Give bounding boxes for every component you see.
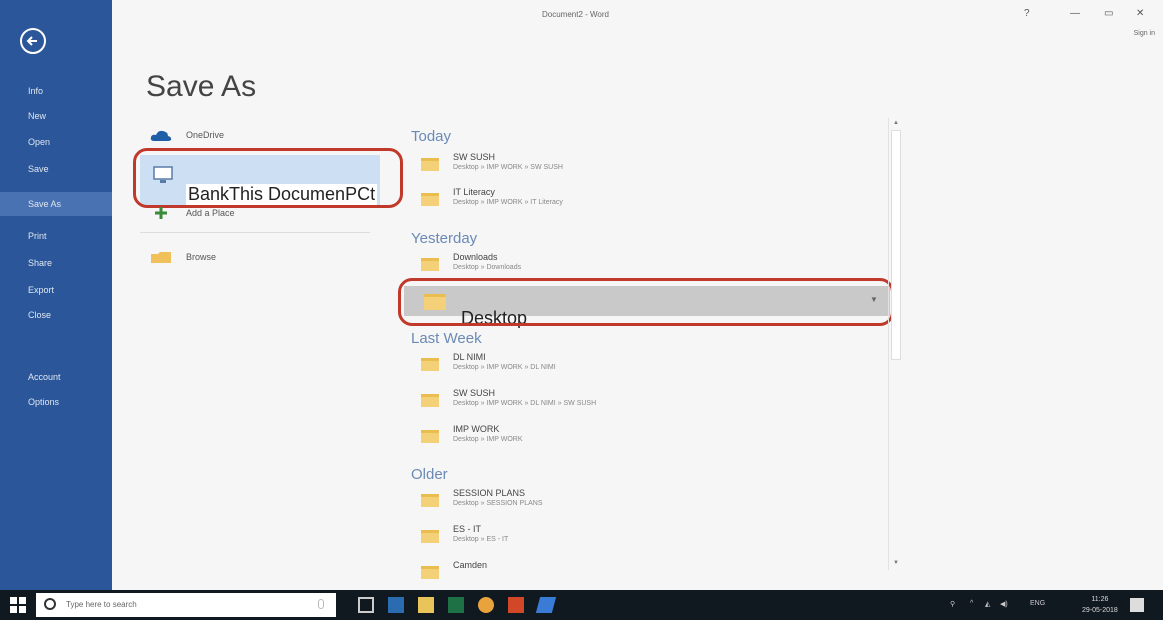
folder-name: SW SUSH [453,388,496,398]
nav-export[interactable]: Export [0,278,112,302]
folder-name: IT Literacy [453,187,495,197]
folder-path: Desktop » Downloads [453,264,522,271]
folder-icon [421,258,439,271]
scroll-up-icon[interactable]: ▲ [893,120,899,126]
back-arrow-icon [26,36,37,46]
folder-path: Desktop » IMP WORK » SW SUSH [453,164,563,171]
nav-info[interactable]: Info [0,79,112,103]
section-older: Older [411,466,448,483]
clock-time: 11:26 [1091,596,1109,603]
folder-item[interactable]: SW SUSH Desktop » IMP WORK » DL NIMI » SW… [421,388,596,407]
word-window: Info New Open Save Save As Print Share E… [0,0,1163,590]
network-icon[interactable]: ◭ [985,600,990,608]
folder-path: Desktop » IMP WORK » IT Literacy [453,199,563,206]
location-onedrive[interactable]: OneDrive [150,122,224,148]
folder-path: Desktop » IMP WORK [453,436,523,443]
nav-save-as[interactable]: Save As [0,192,112,216]
document-title: Document2 - Word [542,10,609,19]
folder-item[interactable]: Downloads Desktop » Downloads [421,252,521,271]
title-bar: Document2 - Word [112,0,1163,30]
folder-name: Downloads [453,252,498,262]
edge-icon[interactable] [388,597,404,613]
folder-icon [421,430,439,443]
folder-item[interactable]: SW SUSH Desktop » IMP WORK » SW SUSH [421,152,563,171]
location-label: Browse [186,252,217,262]
volume-icon[interactable]: ◀) [1000,600,1008,608]
folder-name: SESSION PLANS [453,488,526,498]
folder-item[interactable]: IT Literacy Desktop » IMP WORK » IT Liter… [421,187,563,206]
folder-path: Desktop » IMP WORK » DL NIMI [453,364,556,371]
folder-icon [421,358,439,371]
backstage-nav: Info New Open Save Save As Print Share E… [0,0,112,590]
scroll-down-icon[interactable]: ▼ [893,560,899,566]
page-title: Save As [146,70,257,103]
folder-icon [421,530,439,543]
file-explorer-icon[interactable] [418,597,434,613]
location-label: OneDrive [186,130,225,140]
minimize-button[interactable]: — [1070,8,1080,19]
notifications-icon[interactable] [1130,598,1144,612]
taskbar-clock[interactable]: 11:26 29-05-2018 [1082,594,1118,616]
search-placeholder: Type here to search [66,600,137,609]
tray-chevron-icon[interactable]: ^ [970,600,973,607]
folder-icon [421,394,439,407]
folder-name: DL NIMI [453,352,486,362]
folder-icon [421,193,439,206]
folder-name: Camden [453,560,488,570]
scrollbar-thumb[interactable] [891,130,901,360]
folder-item[interactable]: ES - IT Desktop » ES - IT [421,524,508,543]
nav-print[interactable]: Print [0,224,112,248]
nav-close[interactable]: Close [0,303,112,327]
folder-item[interactable]: IMP WORK Desktop » IMP WORK [421,424,523,443]
powerpoint-icon[interactable] [508,597,524,613]
folder-icon [421,158,439,171]
language-indicator[interactable]: ENG [1030,600,1045,607]
windows-start-icon[interactable] [10,597,26,613]
section-last-week: Last Week [411,330,482,347]
location-label: Add a Place [186,208,235,218]
folder-icon [421,494,439,507]
section-today: Today [411,128,452,145]
help-button[interactable]: ? [1024,8,1030,19]
divider [140,232,370,233]
folder-name: SW SUSH [453,152,496,162]
onedrive-cloud-icon [150,130,172,141]
search-icon [44,598,56,610]
people-icon[interactable]: ⚲ [950,600,955,608]
plus-icon [155,207,167,219]
location-browse[interactable]: Browse [150,244,216,270]
folder-item[interactable]: DL NIMI Desktop » IMP WORK » DL NIMI [421,352,556,371]
annotation-highlight-this-pc [133,148,403,208]
folder-icon [151,252,171,263]
nav-new[interactable]: New [0,104,112,128]
annotation-highlight-desktop [398,278,894,326]
nav-account[interactable]: Account [0,365,112,389]
microphone-icon[interactable] [318,599,324,609]
folder-item[interactable]: SESSION PLANS Desktop » SESSION PLANS [421,488,542,507]
restore-button[interactable]: ▭ [1104,8,1113,19]
folder-name: IMP WORK [453,424,500,434]
nav-open[interactable]: Open [0,130,112,154]
nav-options[interactable]: Options [0,390,112,414]
clock-date: 29-05-2018 [1082,607,1118,614]
folder-item[interactable]: Camden [421,560,487,579]
chrome-icon[interactable] [478,597,494,613]
back-button[interactable] [20,28,46,54]
section-yesterday: Yesterday [411,230,478,247]
folder-path: Desktop » IMP WORK » DL NIMI » SW SUSH [453,400,597,407]
folder-path: Desktop » SESSION PLANS [453,500,543,507]
taskbar-search-box[interactable]: Type here to search [36,593,336,617]
folder-icon [421,566,439,579]
folder-path: Desktop » ES - IT [453,536,509,543]
close-button[interactable]: ✕ [1136,8,1144,19]
nav-share[interactable]: Share [0,251,112,275]
folder-name: ES - IT [453,524,482,534]
sign-in-link[interactable]: Sign in [1134,30,1155,37]
excel-icon[interactable] [448,597,464,613]
nav-save[interactable]: Save [0,157,112,181]
location-add-place[interactable]: Add a Place [150,200,235,226]
task-view-icon[interactable] [358,597,374,613]
